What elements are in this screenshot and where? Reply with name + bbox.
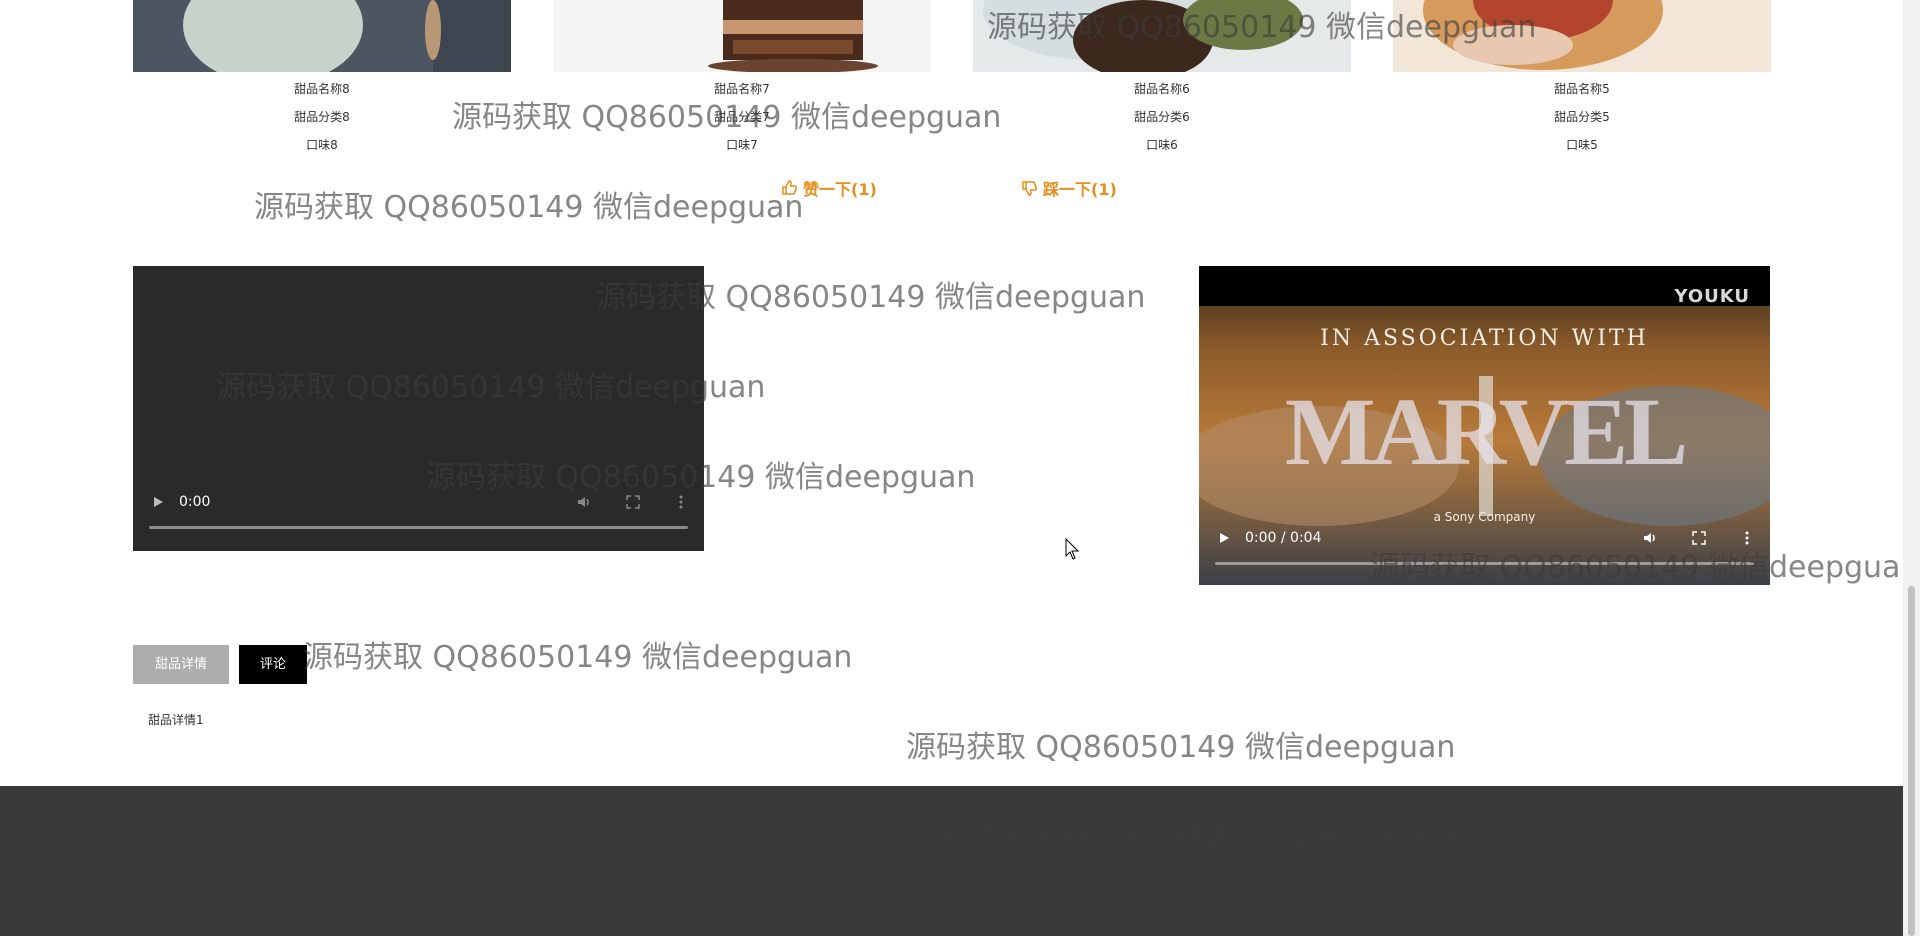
product-taste: 口味7 [726, 138, 758, 152]
product-category: 甜品分类7 [714, 110, 770, 124]
mute-button[interactable] [574, 491, 596, 513]
product-card[interactable]: 甜品名称6 甜品分类6 口味6 [973, 0, 1351, 159]
thumbs-up-icon [782, 180, 797, 195]
dessert-detail-text: 甜品详情1 [148, 713, 204, 727]
mute-button[interactable] [1640, 527, 1662, 549]
video-player[interactable]: YOUKU IN ASSOCIATION WITH MARVEL a Sony … [1199, 266, 1770, 585]
play-button[interactable] [147, 491, 169, 513]
product-image[interactable] [1393, 0, 1771, 72]
scrollbar-thumb[interactable] [1908, 586, 1915, 936]
product-name: 甜品名称8 [294, 82, 350, 96]
more-vert-icon [679, 495, 683, 509]
tab-dessert-detail[interactable]: 甜品详情 [133, 645, 229, 684]
footer [0, 786, 1903, 936]
product-name: 甜品名称7 [714, 82, 770, 96]
poster-title: MARVEL [1284, 378, 1688, 485]
watermark: 源码获取 QQ86050149 微信deepguan [254, 190, 804, 225]
fullscreen-icon [1692, 531, 1706, 545]
video-progress-bar[interactable] [1215, 562, 1754, 565]
product-taste: 口味8 [306, 138, 338, 152]
volume-icon [578, 497, 589, 507]
video-time: 0:00 / 0:04 [1245, 530, 1322, 546]
product-card[interactable]: 甜品名称7 甜品分类7 口味7 [553, 0, 931, 159]
product-taste: 口味5 [1566, 138, 1598, 152]
video-controls: 0:00 / 0:04 [1199, 527, 1770, 549]
dislike-button[interactable]: 踩一下(1) [1021, 176, 1117, 200]
fullscreen-icon [626, 495, 640, 509]
tab-comments[interactable]: 评论 [239, 645, 307, 684]
video-time: 0:00 [179, 494, 211, 510]
video-controls: 0:00 [133, 491, 704, 513]
youku-logo: YOUKU [1674, 286, 1750, 307]
play-button[interactable] [1213, 527, 1235, 549]
video-progress-bar[interactable] [149, 526, 688, 529]
vertical-scrollbar[interactable] [1903, 0, 1920, 936]
product-name: 甜品名称5 [1554, 82, 1610, 96]
watermark: 源码获取 QQ86050149 微信deepguan [906, 730, 1456, 765]
product-image[interactable] [973, 0, 1351, 72]
poster-text: IN ASSOCIATION WITH [1320, 326, 1649, 351]
volume-icon [1644, 533, 1655, 543]
product-taste: 口味6 [1146, 138, 1178, 152]
product-category: 甜品分类6 [1134, 110, 1190, 124]
more-vert-icon [1745, 531, 1749, 545]
fullscreen-button[interactable] [1688, 527, 1710, 549]
play-icon [154, 497, 163, 507]
dislike-label: 踩一下(1) [1043, 180, 1117, 199]
like-button[interactable]: 赞一下(1) [781, 176, 877, 200]
product-category: 甜品分类5 [1554, 110, 1610, 124]
page: 甜品名称8 甜品分类8 口味8 甜品名称7 甜品分类7 口味7 甜品名称6 甜品… [0, 0, 1919, 936]
thumbs-down-icon [1022, 181, 1037, 196]
video-player[interactable]: 0:00 [133, 266, 704, 551]
more-options-button[interactable] [670, 491, 692, 513]
fullscreen-button[interactable] [622, 491, 644, 513]
product-category: 甜品分类8 [294, 110, 350, 124]
cursor-icon [1065, 538, 1079, 560]
like-label: 赞一下(1) [803, 180, 877, 199]
product-card[interactable]: 甜品名称5 甜品分类5 口味5 [1393, 0, 1771, 159]
watermark: 源码获取 QQ86050149 微信deepguan [303, 640, 853, 675]
product-card[interactable]: 甜品名称8 甜品分类8 口味8 [133, 0, 511, 159]
product-image[interactable] [133, 0, 511, 72]
more-options-button[interactable] [1736, 527, 1758, 549]
product-image[interactable] [553, 0, 931, 72]
play-icon [1220, 533, 1229, 543]
product-name: 甜品名称6 [1134, 82, 1190, 96]
poster-subtext: a Sony Company [1433, 510, 1536, 524]
